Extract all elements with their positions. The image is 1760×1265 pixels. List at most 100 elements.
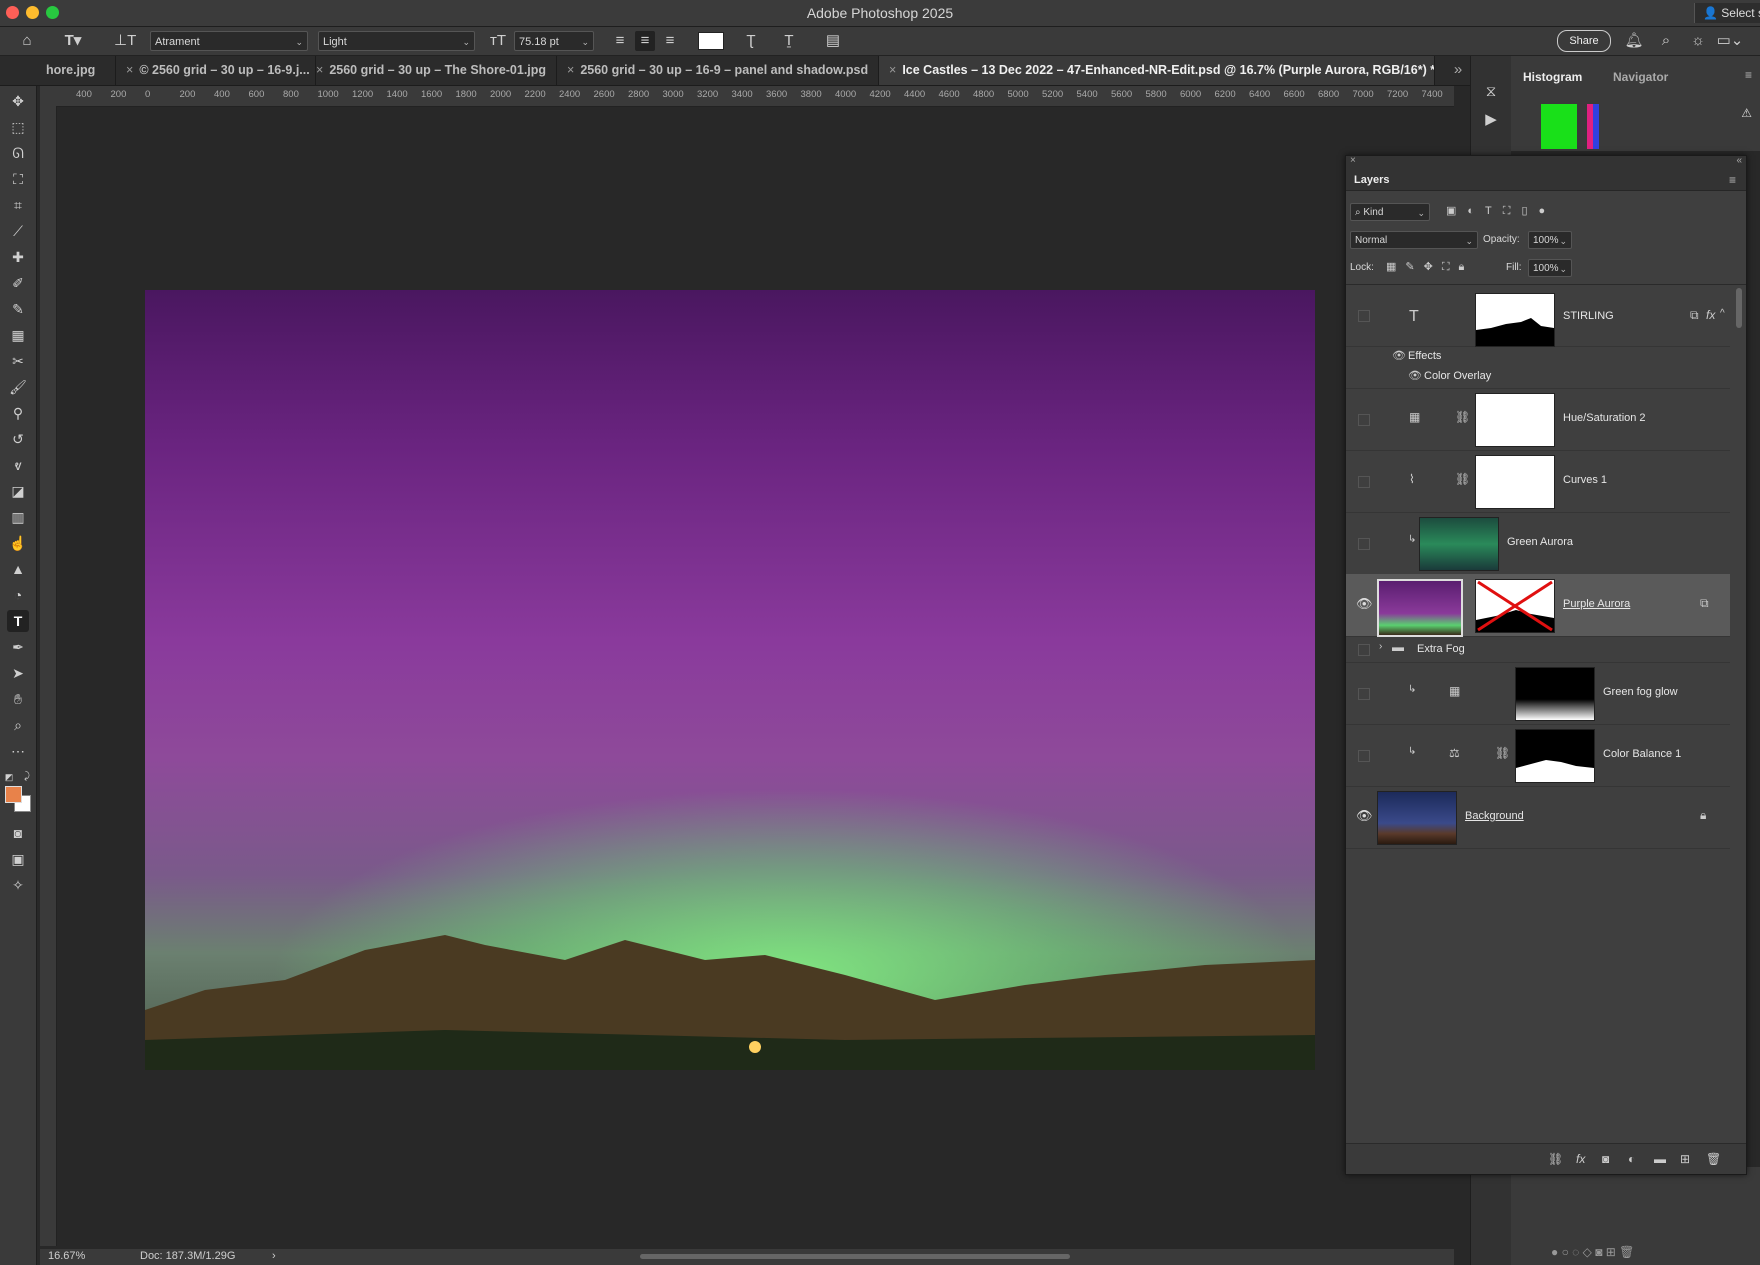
layer-row-stirling[interactable]: T STIRLING ⧉ fx ^ <box>1346 288 1730 347</box>
effects-row[interactable]: 👁︎ Effects <box>1346 346 1730 366</box>
layer-mask-thumbnail[interactable] <box>1515 667 1595 721</box>
tab-hore-jpg[interactable]: hore.jpg <box>36 56 116 85</box>
tab-panel-shadow[interactable]: × 2560 grid – 30 up – 16-9 – panel and sh… <box>557 56 879 85</box>
layer-row-hue-saturation-2[interactable]: ▦ ⛓ Hue/Saturation 2 <box>1346 388 1730 451</box>
type-tool-preset-icon[interactable]: T▾ <box>58 31 88 51</box>
layer-name[interactable]: STIRLING <box>1563 310 1614 322</box>
close-icon[interactable]: × <box>316 63 323 77</box>
visibility-toggle[interactable] <box>1358 476 1370 488</box>
remove-tool-icon[interactable]: ✎ <box>7 298 29 320</box>
layer-name[interactable]: Purple Aurora <box>1563 598 1630 610</box>
layer-name[interactable]: Background <box>1465 810 1524 822</box>
chain-link-icon[interactable]: ⛓ <box>1455 472 1470 486</box>
move-tool-icon[interactable]: ✥ <box>7 90 29 112</box>
collapse-effects-icon[interactable]: ^ <box>1720 308 1725 319</box>
more-tools-icon[interactable]: ⋯ <box>7 740 29 762</box>
layer-mask-thumbnail[interactable] <box>1475 455 1555 509</box>
new-layer-icon[interactable]: ⊞ <box>1680 1152 1690 1166</box>
visibility-toggle[interactable] <box>1358 750 1370 762</box>
layer-row-curves-1[interactable]: ⌇ ⛓ Curves 1 <box>1346 450 1730 513</box>
tab-ice-castles[interactable]: × Ice Castles – 13 Dec 2022 – 47-Enhanced… <box>879 56 1435 85</box>
text-orientation-icon[interactable]: ⊥T <box>114 31 136 51</box>
horizontal-scrollbar[interactable] <box>640 1254 1070 1259</box>
collapse-icon[interactable]: « <box>1736 155 1742 166</box>
layer-mask-thumbnail[interactable] <box>1475 579 1555 633</box>
pattern-tool-icon[interactable]: ▦ <box>7 324 29 346</box>
scissors-tool-icon[interactable]: ✂ <box>7 350 29 372</box>
layer-name[interactable]: Hue/Saturation 2 <box>1563 412 1646 424</box>
more-tabs-icon[interactable]: » <box>1448 60 1468 80</box>
tab-the-shore[interactable]: × 2560 grid – 30 up – The Shore-01.jpg <box>306 56 557 85</box>
fx-icon[interactable]: fx <box>1706 308 1715 322</box>
layer-row-green-aurora[interactable]: ↳ Green Aurora <box>1346 512 1730 575</box>
lasso-tool-icon[interactable]: ᘏ <box>7 142 29 164</box>
opacity-field[interactable]: 100% ⌄ <box>1528 231 1572 249</box>
font-style-dropdown[interactable]: Light ⌄ <box>318 31 475 51</box>
close-icon[interactable]: × <box>567 63 574 77</box>
eraser-tool-icon[interactable]: ◪ <box>7 480 29 502</box>
workspace-icon[interactable]: ▭⌄ <box>1716 31 1744 51</box>
tab-histogram[interactable]: Histogram <box>1523 70 1582 84</box>
layer-thumbnail[interactable] <box>1377 579 1463 637</box>
layer-row-green-fog-glow[interactable]: ↳ ▦ Green fog glow <box>1346 662 1730 725</box>
chain-link-icon[interactable]: ⛓ <box>1455 410 1470 424</box>
visibility-toggle[interactable] <box>1358 414 1370 426</box>
layer-row-background[interactable]: 👁︎ Background 🔒︎ <box>1346 786 1730 849</box>
path-selection-tool-icon[interactable]: ➤ <box>7 662 29 684</box>
eye-icon[interactable]: 👁︎ <box>1356 808 1373 823</box>
screen-mode-icon[interactable]: ▣ <box>7 848 29 870</box>
default-colors-icon[interactable]: ◩ <box>2 766 16 788</box>
home-icon[interactable]: ⌂ <box>16 31 38 51</box>
close-icon[interactable]: × <box>1350 155 1356 166</box>
text-color-swatch[interactable] <box>698 32 724 50</box>
font-family-dropdown[interactable]: Atrament ⌄ <box>150 31 308 51</box>
layers-scrollbar[interactable] <box>1736 288 1742 328</box>
expand-group-icon[interactable]: › <box>1379 641 1382 652</box>
eye-icon[interactable]: 👁︎ <box>1408 369 1422 382</box>
align-center-icon[interactable]: ≡ <box>635 31 655 51</box>
swap-colors-icon[interactable]: ⤸ <box>20 766 34 788</box>
link-layers-icon[interactable]: ⛓ <box>1548 1152 1563 1166</box>
type-tool-icon[interactable]: T <box>7 610 29 632</box>
dodge-tool-icon[interactable]: ◔ <box>7 584 29 606</box>
lightbulb-icon[interactable]: ☼ <box>1688 31 1708 51</box>
3d-text-icon[interactable]: Ṯ <box>778 31 800 51</box>
share-button[interactable]: Share <box>1557 30 1611 52</box>
warp-text-icon[interactable]: Ʈ <box>740 31 762 51</box>
chain-link-icon[interactable]: ⛓ <box>1495 746 1510 760</box>
lock-icons[interactable]: ▦✎✥⛶🔒︎ <box>1386 260 1473 274</box>
spot-healing-tool-icon[interactable]: ✚ <box>7 246 29 268</box>
clone-stamp-tool-icon[interactable]: ⚲ <box>7 402 29 424</box>
fill-field[interactable]: 100% ⌄ <box>1528 259 1572 277</box>
layer-name[interactable]: Extra Fog <box>1417 643 1465 655</box>
select-subject-button[interactable]: 👤 Select s <box>1694 3 1760 23</box>
zoom-tool-icon[interactable]: ⌕ <box>7 714 29 736</box>
brush-tool-icon[interactable]: 🖌︎ <box>7 376 29 398</box>
quick-mask-icon[interactable]: ◙ <box>7 822 29 844</box>
layer-thumbnail[interactable] <box>1419 517 1499 571</box>
layer-name[interactable]: Green fog glow <box>1603 686 1678 698</box>
mixer-brush-tool-icon[interactable]: ⱴ <box>7 454 29 476</box>
eye-icon[interactable]: 👁︎ <box>1356 596 1373 611</box>
layer-thumbnail[interactable] <box>1377 791 1457 845</box>
visibility-toggle[interactable] <box>1358 688 1370 700</box>
warning-icon[interactable]: ⚠ <box>1741 106 1752 120</box>
pen-tool-icon[interactable]: ✒ <box>7 636 29 658</box>
layer-mask-thumbnail[interactable] <box>1475 293 1555 347</box>
search-icon[interactable]: ⌕ <box>1656 31 1676 51</box>
visibility-toggle[interactable] <box>1358 538 1370 550</box>
marquee-tool-icon[interactable]: ⬚ <box>7 116 29 138</box>
fx-icon[interactable]: fx <box>1576 1152 1585 1166</box>
foreground-color-swatch[interactable] <box>5 786 22 803</box>
hand-tool-icon[interactable]: ✋︎ <box>7 688 29 710</box>
document-image[interactable] <box>145 290 1315 1070</box>
layer-row-color-balance-1[interactable]: ↳ ⚖ ⛓ Color Balance 1 <box>1346 724 1730 787</box>
healing-brush-tool-icon[interactable]: ✐ <box>7 272 29 294</box>
close-icon[interactable]: × <box>126 63 133 77</box>
align-right-icon[interactable]: ≡ <box>660 31 680 51</box>
panel-menu-icon[interactable]: ≡ <box>1745 68 1752 82</box>
layer-mask-thumbnail[interactable] <box>1475 393 1555 447</box>
tab-navigator[interactable]: Navigator <box>1613 70 1668 84</box>
history-brush-tool-icon[interactable]: ↺ <box>7 428 29 450</box>
bell-icon[interactable]: 🔔︎ <box>1624 31 1644 51</box>
